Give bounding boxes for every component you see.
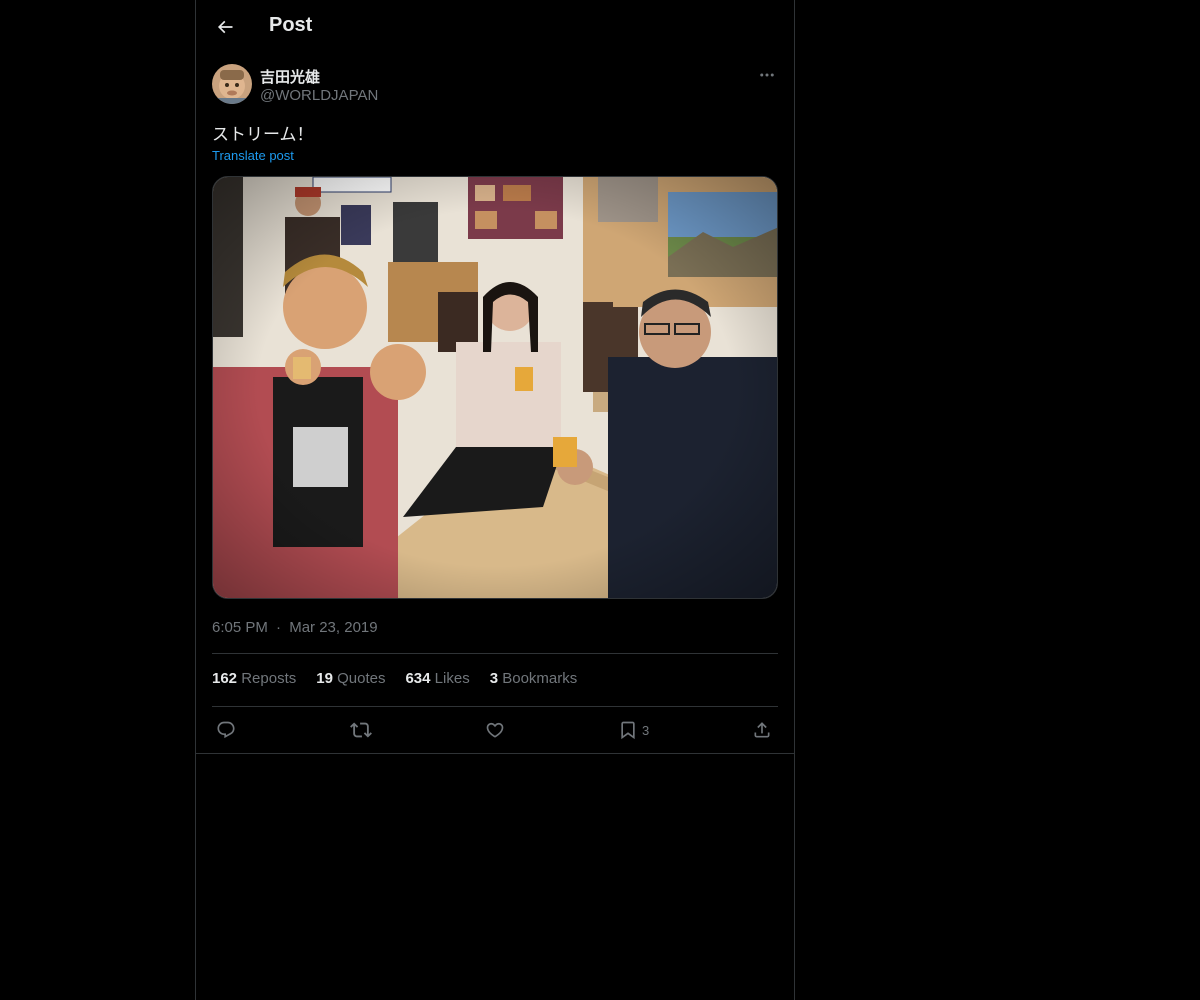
reposts-stat[interactable]: 162 Reposts [212, 670, 296, 690]
likes-stat[interactable]: 634 Likes [405, 670, 469, 690]
repost-icon [350, 722, 372, 738]
post-header: Post [196, 0, 794, 53]
more-options-button[interactable] [756, 64, 778, 86]
author-handle[interactable]: @WORLDJAPAN [260, 87, 378, 104]
likes-count: 634 [405, 670, 431, 687]
post-time[interactable]: 6:05 PM [212, 619, 268, 636]
repost-button[interactable] [350, 718, 372, 742]
bookmarks-stat[interactable]: 3 Bookmarks [490, 670, 578, 690]
post-actions: 3 [212, 718, 778, 742]
back-button[interactable] [208, 10, 242, 44]
translate-post-link[interactable]: Translate post [212, 148, 294, 163]
post-photo[interactable] [212, 176, 778, 599]
bookmark-button[interactable]: 3 [618, 718, 649, 742]
share-icon [754, 722, 770, 738]
quotes-label: Quotes [337, 670, 386, 687]
quotes-stat[interactable]: 19 Quotes [316, 670, 385, 690]
bookmark-count: 3 [642, 722, 650, 738]
divider [196, 753, 794, 754]
reposts-label: Repost [241, 670, 289, 687]
more-horizontal-icon [760, 73, 774, 77]
arrow-left-icon [217, 20, 233, 34]
divider [212, 653, 778, 654]
timestamp-separator: · [276, 619, 282, 636]
quotes-count: 19 [316, 670, 333, 687]
likes-label: Likes [434, 670, 470, 687]
bookmarks-label: Bookmarks [502, 670, 578, 687]
divider [212, 706, 778, 707]
reply-button[interactable] [216, 718, 236, 742]
avatar[interactable] [212, 64, 252, 104]
page-title: Post [269, 14, 313, 36]
post-timestamp: 6:05 PM · Mar 23, 2019 [212, 619, 378, 636]
bookmarks-count: 3 [489, 670, 499, 687]
main-column: Post 吉田光雄 @WORLDJAPAN ストリーム！ Translate p… [195, 0, 795, 1000]
like-button[interactable] [485, 718, 505, 742]
post-date[interactable]: Mar 23, 2019 [289, 619, 377, 636]
share-button[interactable] [752, 718, 772, 742]
post-stats: 162 Reposts 19 Quotes 634 Likes 3 Bookma… [212, 670, 577, 690]
reposts-label-suffix: s [288, 670, 297, 687]
heart-icon [486, 722, 504, 738]
reposts-count: 162 [212, 670, 238, 687]
bookmark-icon [621, 721, 635, 740]
author-display-name[interactable]: 吉田光雄 [260, 66, 320, 87]
post-text: ストリーム！ [212, 125, 314, 145]
reply-icon [217, 721, 235, 739]
